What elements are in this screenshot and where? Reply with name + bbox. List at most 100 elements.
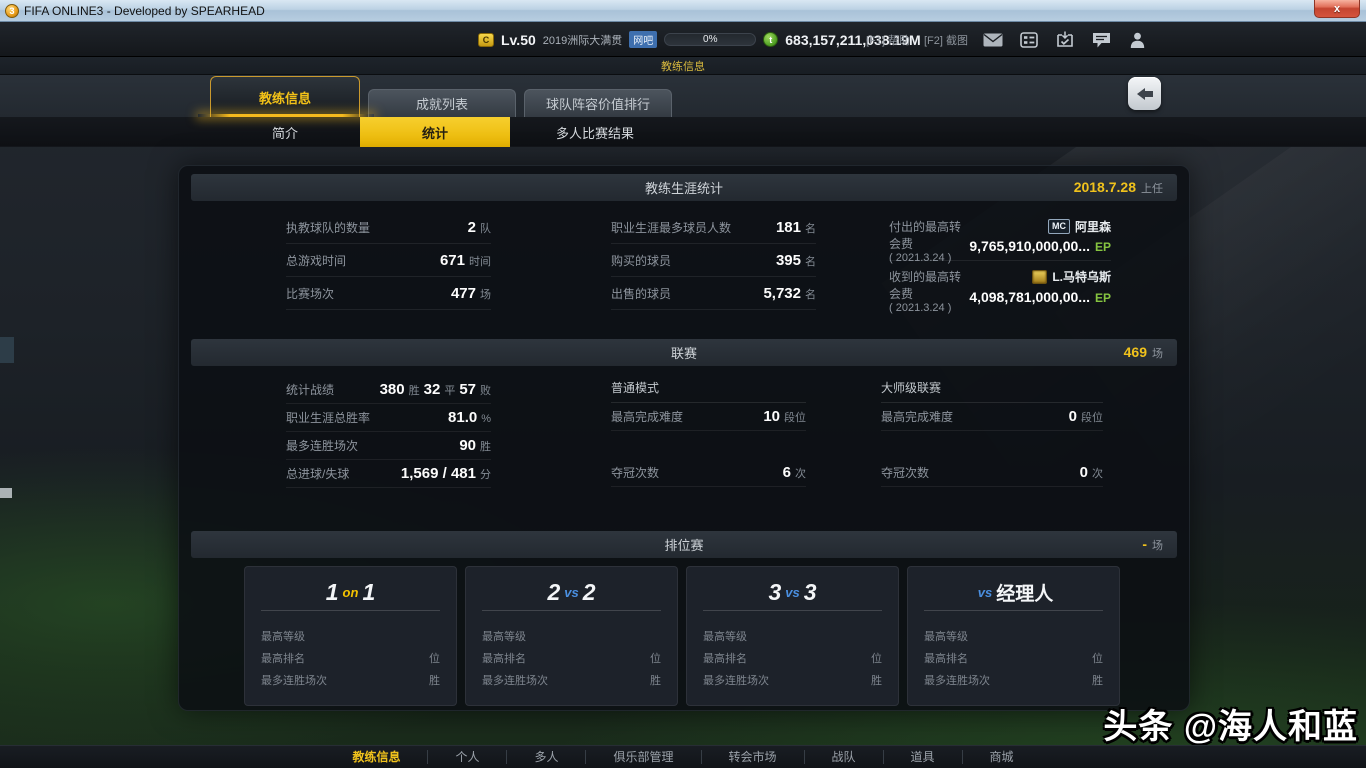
career-section-title: 教练生涯统计 <box>645 178 723 197</box>
stat-unit: 段位 <box>784 409 806 425</box>
normal-mode-column: 普通模式 最高完成难度 10段位 夺冠次数 6次 <box>611 373 806 487</box>
bottom-nav-team[interactable]: 战队 <box>804 750 883 764</box>
bottom-nav-coach-info[interactable]: 教练信息 <box>325 750 427 764</box>
hire-date: 2018.7.28 <box>1074 179 1136 195</box>
chat-icon[interactable] <box>1090 31 1112 48</box>
screen: 3 FIFA ONLINE3 - Developed by SPEARHEAD … <box>0 0 1366 768</box>
stat-label: 最高完成难度 <box>611 408 683 425</box>
card-row: 最高等级 <box>482 625 661 647</box>
bottom-nav-personal[interactable]: 个人 <box>427 750 506 764</box>
window-title: FIFA ONLINE3 - Developed by SPEARHEAD <box>24 4 265 18</box>
card-row: 最高等级 <box>924 625 1103 647</box>
stat-row: 购买的球员 395名 <box>611 244 816 277</box>
stat-row: 出售的球员 5,732名 <box>611 277 816 310</box>
subtab-multiplayer-results[interactable]: 多人比赛结果 <box>510 117 680 147</box>
stadium-scoreboard <box>0 337 14 363</box>
stat-label: 总进球/失球 <box>286 465 349 482</box>
stat-value: 0 <box>1069 408 1077 425</box>
inventory-icon[interactable] <box>1018 31 1040 48</box>
stat-unit: 次 <box>795 465 806 481</box>
transfer-amount: 9,765,910,000,00... <box>969 238 1090 254</box>
bottom-nav-items[interactable]: 道具 <box>883 750 962 764</box>
game-topbar: C Lv.50 2019洲际大满贯 网吧 0% t 683,157,211,03… <box>0 22 1366 57</box>
screenshot-hotkey[interactable]: [F2] 截图 <box>924 32 968 48</box>
stat-row: 总进球/失球 1,569 / 481分 <box>286 460 491 488</box>
window-titlebar: 3 FIFA ONLINE3 - Developed by SPEARHEAD … <box>0 0 1366 22</box>
player-name: 阿里森 <box>1075 218 1111 235</box>
ep-currency-label: EP <box>1095 240 1111 254</box>
draws-value: 32 <box>424 381 441 398</box>
bottom-nav-transfer-market[interactable]: 转会市场 <box>701 750 804 764</box>
tab-squad-value-ranking[interactable]: 球队阵容价值排行 <box>524 89 672 117</box>
team-crest-icon <box>1032 270 1047 284</box>
stat-unit: 时间 <box>469 253 491 269</box>
transfer-date: ( 2021.3.24 ) <box>889 252 969 264</box>
stat-value: 6 <box>783 464 791 481</box>
mode-title: 大师级联赛 <box>881 373 1103 403</box>
tab-coach-info[interactable]: 教练信息 <box>210 76 360 117</box>
stat-row: 夺冠次数 0次 <box>881 459 1103 487</box>
bottom-nav-club-management[interactable]: 俱乐部管理 <box>585 750 700 764</box>
stat-unit: 场 <box>480 286 491 302</box>
checkin-icon[interactable] <box>1054 31 1076 48</box>
stat-unit: 次 <box>1092 465 1103 481</box>
card-row: 最多连胜场次胜 <box>703 669 882 691</box>
stat-unit: 名 <box>805 220 816 236</box>
ranked-cards: 1on1 最高等级 最高排名位 最多连胜场次胜 2vs2 最高等级 最高排名位 <box>244 566 1120 706</box>
stat-value: 0 <box>1080 464 1088 481</box>
card-row: 最多连胜场次胜 <box>261 669 440 691</box>
topbar-actions: [F1] 帮助 [F2] 截图 <box>866 22 1148 57</box>
team-badge-icon: MC <box>1048 219 1070 234</box>
draws-unit: 平 <box>444 382 455 398</box>
arrow-left-icon <box>1137 88 1153 100</box>
stat-value: 81.0 <box>448 409 477 426</box>
help-hotkey[interactable]: [F1] 帮助 <box>866 32 910 48</box>
losses-unit: 败 <box>480 382 491 398</box>
back-button[interactable] <box>1128 77 1161 110</box>
stat-value: 10 <box>763 408 780 425</box>
stat-label: 夺冠次数 <box>611 464 659 481</box>
league-match-count: 469 <box>1124 344 1147 360</box>
xp-progressbar: 0% <box>664 33 756 46</box>
stat-label: 总游戏时间 <box>286 252 346 269</box>
stat-value: 477 <box>451 285 476 302</box>
close-button[interactable]: x <box>1314 0 1360 18</box>
career-transfers-column: 付出的最高转会费 ( 2021.3.24 ) MC 阿里森 9,765,910,… <box>889 211 1111 311</box>
app-icon: 3 <box>5 4 19 18</box>
bottom-nav-shop[interactable]: 商城 <box>962 750 1041 764</box>
league-section-header: 联赛 469 场 <box>191 339 1177 366</box>
stat-label: 夺冠次数 <box>881 464 929 481</box>
watermark: 头条 @海人和蓝 <box>1103 699 1358 748</box>
card-title: 2vs2 <box>482 575 661 611</box>
stat-unit: 队 <box>480 220 491 236</box>
tab-achievements[interactable]: 成就列表 <box>368 89 516 117</box>
stat-row: 总游戏时间 671时间 <box>286 244 491 277</box>
card-title: 3vs3 <box>703 575 882 611</box>
mail-icon[interactable] <box>982 31 1004 48</box>
card-title: vs经理人 <box>924 575 1103 611</box>
subtab-intro[interactable]: 简介 <box>210 117 360 147</box>
card-row: 最高排名位 <box>261 647 440 669</box>
stat-row: 职业生涯总胜率 81.0% <box>286 404 491 432</box>
hire-date-suffix: 上任 <box>1141 180 1163 196</box>
transfer-date: ( 2021.3.24 ) <box>889 302 969 314</box>
game-stage: C Lv.50 2019洲际大满贯 网吧 0% t 683,157,211,03… <box>0 22 1366 768</box>
card-row: 最高排名位 <box>482 647 661 669</box>
stat-value: 181 <box>776 219 801 236</box>
breadcrumb: 教练信息 <box>661 58 705 74</box>
stat-label: 购买的球员 <box>611 252 671 269</box>
transfer-label: 收到的最高转会费 <box>889 268 969 302</box>
ranked-match-count: - <box>1142 536 1147 552</box>
xp-progress-value: 0% <box>703 34 717 45</box>
subtab-stats[interactable]: 统计 <box>360 117 510 147</box>
bottom-nav-multiplayer[interactable]: 多人 <box>506 750 585 764</box>
career-column-1: 执教球队的数量 2队 总游戏时间 671时间 比赛场次 477场 <box>286 211 491 310</box>
stat-row: 执教球队的数量 2队 <box>286 211 491 244</box>
bottom-nav: 教练信息 个人 多人 俱乐部管理 转会市场 战队 道具 商城 <box>0 745 1366 768</box>
card-row: 最高等级 <box>703 625 882 647</box>
stat-row: 最高完成难度 10段位 <box>611 403 806 431</box>
ep-currency-label: EP <box>1095 291 1111 305</box>
ranked-count-unit: 场 <box>1152 537 1163 553</box>
stat-unit: 胜 <box>480 438 491 454</box>
profile-icon[interactable] <box>1126 31 1148 48</box>
